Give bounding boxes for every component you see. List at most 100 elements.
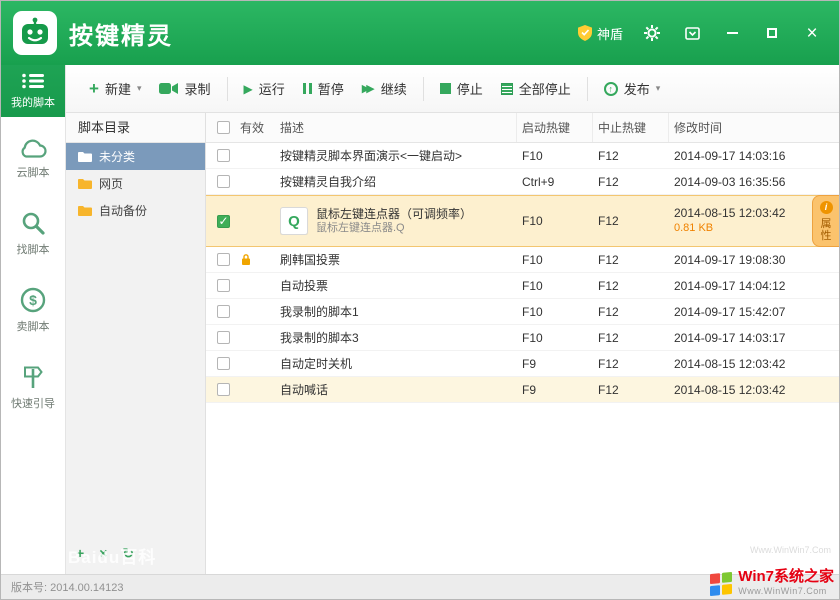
maximize-button[interactable] (761, 22, 783, 44)
minimize-button[interactable] (721, 22, 743, 44)
stop-all-icon (501, 83, 513, 95)
sidebar-item-label: 卖脚本 (17, 318, 50, 334)
tree-item-auto-backup[interactable]: 自动备份 (66, 197, 205, 224)
publish-button[interactable]: ↑ 发布 ▾ (595, 73, 670, 104)
button-label: 暂停 (318, 79, 344, 98)
chevron-down-icon: ▾ (137, 83, 142, 94)
row-checkbox[interactable] (217, 175, 230, 188)
table-row[interactable]: 自动投票 F10 F12 2014-09-17 14:04:12 (206, 273, 839, 299)
refresh-icon[interactable]: ↻ (122, 545, 134, 562)
shield-label: 神盾 (597, 24, 623, 43)
row-checkbox[interactable] (217, 357, 230, 370)
tray-window-icon (685, 27, 700, 40)
publish-icon: ↑ (604, 82, 618, 96)
button-label: 录制 (184, 79, 210, 98)
row-start-hotkey: F10 (517, 214, 593, 228)
properties-tab[interactable]: i 属性 (812, 195, 839, 247)
row-start-hotkey: F9 (517, 383, 593, 397)
record-button[interactable]: 录制 (150, 73, 219, 104)
row-modified: 2014-08-15 12:03:42 (669, 383, 839, 397)
tree-item-uncategorized[interactable]: 未分类 (66, 143, 205, 170)
app-window: 按键精灵 神盾 (0, 0, 840, 600)
record-camera-icon (159, 82, 178, 95)
pause-button[interactable]: 暂停 (294, 73, 353, 104)
row-desc-sub: 鼠标左键连点器.Q (316, 221, 472, 235)
select-all-checkbox[interactable] (217, 121, 230, 134)
row-checkbox[interactable] (217, 253, 230, 266)
table-row[interactable]: 按键精灵脚本界面演示<一键启动> F10 F12 2014-09-17 14:0… (206, 143, 839, 169)
sidebar-item-cloud-scripts[interactable]: 云脚本 (1, 129, 65, 189)
sidebar-item-my-scripts[interactable]: 我的脚本 (1, 65, 65, 117)
add-category-icon[interactable]: + (76, 545, 84, 562)
row-stop-hotkey: F12 (593, 253, 669, 267)
sidebar-item-sell-scripts[interactable]: $ 卖脚本 (1, 278, 65, 343)
close-button[interactable]: × (801, 22, 823, 44)
row-modified: 2014-09-17 14:03:16 (669, 149, 839, 163)
search-icon (20, 210, 46, 236)
table-row[interactable]: 我录制的脚本3 F10 F12 2014-09-17 14:03:17 (206, 325, 839, 351)
row-start-hotkey: F10 (517, 149, 593, 163)
resume-button[interactable]: ▶▶ 继续 (353, 73, 416, 104)
row-checkbox[interactable] (217, 149, 230, 162)
folder-icon (78, 205, 92, 217)
svg-text:$: $ (29, 292, 37, 308)
script-tree-panel: 脚本目录 未分类 网页 自动备份 + × (66, 113, 206, 574)
shield-badge[interactable]: 神盾 (578, 24, 623, 43)
title-bar: 按键精灵 神盾 (1, 1, 839, 65)
row-desc: 自动投票 (280, 277, 517, 294)
tray-button[interactable] (681, 22, 703, 44)
script-file-icon: Q (280, 207, 308, 235)
stop-button[interactable]: 停止 (431, 73, 492, 104)
button-label: 继续 (381, 79, 407, 98)
fast-forward-icon: ▶▶ (362, 82, 375, 95)
toolbar: + 新建 ▾ 录制 ▶ 运行 暂停 ▶▶ 继续 停止 (66, 65, 839, 113)
col-start-hotkey: 启动热键 (517, 113, 593, 142)
row-stop-hotkey: F12 (593, 149, 669, 163)
new-button[interactable]: + 新建 ▾ (80, 73, 150, 104)
row-checkbox[interactable] (217, 279, 230, 292)
stop-all-button[interactable]: 全部停止 (492, 73, 580, 104)
row-stop-hotkey: F12 (593, 331, 669, 345)
row-stop-hotkey: F12 (593, 279, 669, 293)
run-button[interactable]: ▶ 运行 (235, 73, 294, 104)
table-row[interactable]: 自动喊话 F9 F12 2014-08-15 12:03:42 (206, 377, 839, 403)
table-row[interactable]: 自动定时关机 F9 F12 2014-08-15 12:03:42 (206, 351, 839, 377)
row-start-hotkey: F10 (517, 253, 593, 267)
plus-icon: + (89, 83, 99, 94)
row-stop-hotkey: F12 (593, 175, 669, 189)
row-modified: 2014-09-17 19:08:30 (669, 253, 839, 267)
toolbar-separator (423, 77, 424, 101)
tree-item-label: 未分类 (99, 148, 135, 165)
dollar-circle-icon: $ (20, 287, 46, 313)
sidebar: 我的脚本 云脚本 找脚本 $ 卖脚本 (1, 65, 66, 574)
row-checkbox[interactable] (217, 383, 230, 396)
sidebar-item-label: 找脚本 (17, 241, 50, 257)
row-checkbox[interactable] (217, 331, 230, 344)
row-checkbox[interactable] (217, 305, 230, 318)
table-row[interactable]: 按键精灵自我介绍 Ctrl+9 F12 2014-09-03 16:35:56 (206, 169, 839, 195)
sidebar-item-quick-guide[interactable]: 快速引导 (1, 355, 65, 420)
tree-item-label: 网页 (99, 175, 123, 192)
delete-category-icon[interactable]: × (99, 545, 107, 562)
row-desc: 刷韩国投票 (280, 251, 517, 268)
hamburger-list-icon (22, 73, 44, 89)
table-row[interactable]: 我录制的脚本1 F10 F12 2014-09-17 15:42:07 (206, 299, 839, 325)
table-row-selected[interactable]: Q 鼠标左键连点器（可调频率） 鼠标左键连点器.Q F10 F12 2014-0… (206, 195, 839, 247)
maximize-icon (767, 28, 777, 38)
button-label: 发布 (624, 79, 650, 98)
tree-item-web[interactable]: 网页 (66, 170, 205, 197)
row-modified: 2014-08-15 12:03:42 (669, 357, 839, 371)
button-label: 运行 (259, 79, 285, 98)
gear-icon (644, 25, 660, 41)
col-stop-hotkey: 中止热键 (593, 113, 669, 142)
table-header: 有效 描述 启动热键 中止热键 修改时间 (206, 113, 839, 143)
sidebar-item-label: 我的脚本 (11, 94, 55, 110)
table-row[interactable]: 刷韩国投票 F10 F12 2014-09-17 19:08:30 (206, 247, 839, 273)
tree-footer-actions: + × ↻ (76, 545, 134, 562)
sidebar-item-find-scripts[interactable]: 找脚本 (1, 201, 65, 266)
row-stop-hotkey: F12 (593, 305, 669, 319)
pause-icon (303, 83, 312, 94)
row-modified: 2014-09-17 15:42:07 (669, 305, 839, 319)
settings-button[interactable] (641, 22, 663, 44)
row-checkbox-checked[interactable] (217, 215, 230, 228)
